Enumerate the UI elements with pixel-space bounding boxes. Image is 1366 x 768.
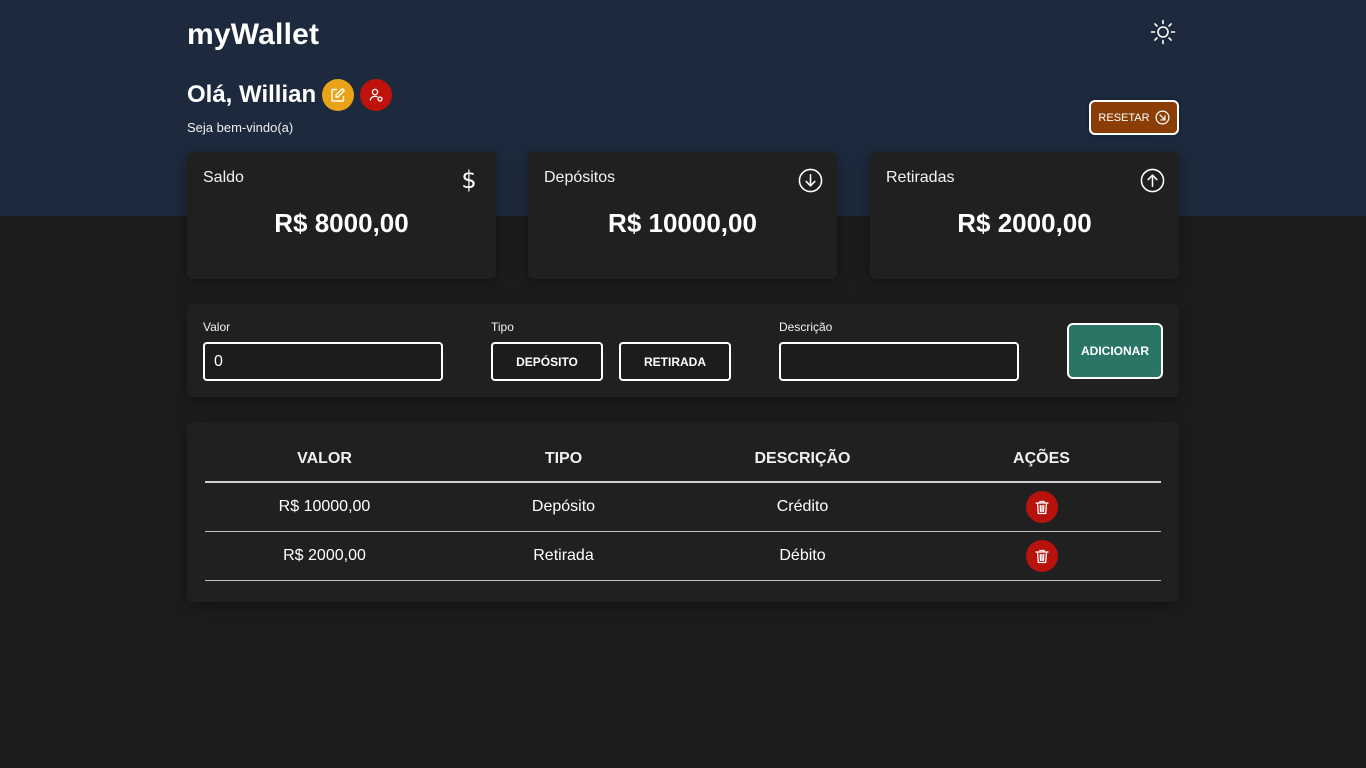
arrow-up-circle-icon	[1139, 167, 1165, 193]
tipo-cell: Depósito	[531, 498, 596, 515]
greeting-text: Olá, Willian	[187, 81, 317, 108]
tipo-label: Tipo	[491, 320, 514, 334]
deposits-card: Depósitos R$ 10000,00	[528, 152, 837, 279]
greeting-row: Olá, Willian	[187, 79, 393, 111]
transactions-table: VALOR TIPO DESCRIÇÃO AÇÕES R$ 10000,00 D…	[205, 436, 1161, 581]
trash-icon	[1034, 500, 1049, 514]
descricao-cell: Crédito	[776, 498, 829, 515]
balance-card: Saldo $ R$ 8000,00	[187, 152, 496, 279]
card-value: R$ 2000,00	[957, 208, 1092, 238]
user-remove-icon	[369, 88, 383, 102]
main-container: myWallet Olá, Willian Seja bem-vindo(a) …	[187, 0, 1179, 768]
app-title: myWallet	[187, 18, 320, 51]
table-row: R$ 10000,00 Depósito Crédito	[205, 483, 1161, 532]
summary-cards: Saldo $ R$ 8000,00 Depósitos R$ 10000,00…	[187, 152, 1179, 279]
valor-label: Valor	[203, 320, 231, 334]
card-title: Depósitos	[544, 169, 616, 186]
deposit-type-button[interactable]: DEPÓSITO	[491, 342, 603, 381]
withdrawals-card: Retiradas R$ 2000,00	[870, 152, 1179, 279]
descricao-label: Descrição	[779, 320, 833, 334]
arrow-down-circle-icon	[797, 167, 823, 193]
column-header: DESCRIÇÃO	[754, 449, 851, 467]
edit-user-button[interactable]	[322, 79, 355, 111]
add-button[interactable]: ADICIONAR	[1067, 323, 1163, 379]
card-value: R$ 10000,00	[608, 208, 757, 238]
theme-toggle-button[interactable]	[1149, 18, 1177, 46]
delete-button[interactable]	[1025, 540, 1058, 572]
card-title: Saldo	[203, 169, 244, 186]
actions-cell	[922, 491, 1161, 523]
remove-user-button[interactable]	[360, 79, 393, 111]
table-row: R$ 2000,00 Retirada Débito	[205, 532, 1161, 581]
reset-label: RESETAR	[1098, 111, 1150, 124]
delete-button[interactable]	[1025, 491, 1058, 523]
valor-input[interactable]	[203, 342, 443, 381]
dollar-icon: $	[461, 166, 477, 194]
valor-cell: R$ 2000,00	[283, 547, 366, 564]
transactions-panel: VALOR TIPO DESCRIÇÃO AÇÕES R$ 10000,00 D…	[187, 422, 1179, 602]
withdrawal-type-button[interactable]: RETIRADA	[619, 342, 731, 381]
tipo-cell: Retirada	[533, 547, 594, 564]
reset-button[interactable]: RESETAR	[1089, 100, 1179, 135]
card-title: Retiradas	[886, 169, 955, 186]
transaction-form: Valor Tipo DEPÓSITO RETIRADA Descrição A…	[187, 304, 1179, 397]
descricao-cell: Débito	[779, 547, 826, 564]
welcome-text: Seja bem-vindo(a)	[187, 120, 294, 135]
valor-cell: R$ 10000,00	[278, 498, 371, 515]
column-header: VALOR	[297, 449, 352, 467]
arrow-down-right-circle-icon	[1155, 110, 1170, 125]
edit-icon	[331, 88, 346, 102]
descricao-input[interactable]	[779, 342, 1019, 381]
sun-icon	[1150, 19, 1176, 45]
card-value: R$ 8000,00	[274, 208, 409, 238]
actions-cell	[922, 540, 1161, 572]
table-header: VALOR TIPO DESCRIÇÃO AÇÕES	[205, 436, 1161, 483]
column-header: TIPO	[544, 449, 583, 467]
column-header: AÇÕES	[1013, 449, 1070, 467]
trash-icon	[1034, 549, 1049, 563]
